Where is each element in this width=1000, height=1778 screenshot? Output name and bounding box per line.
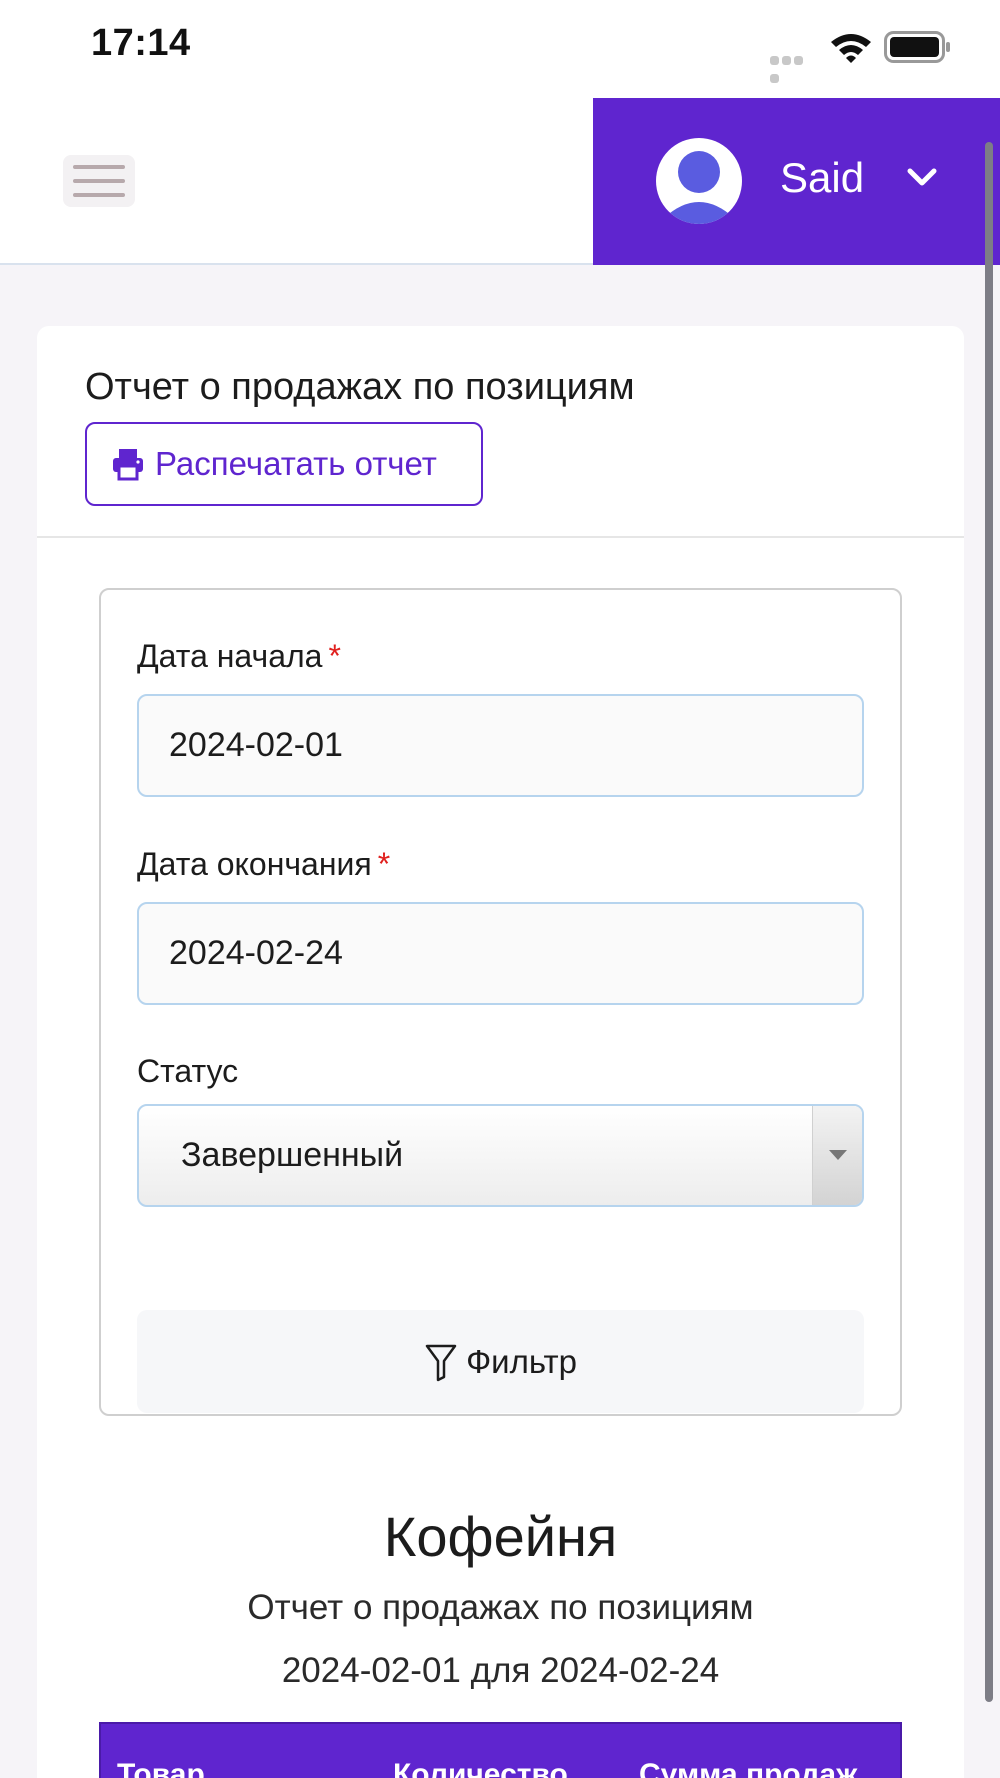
start-date-label: Дата начала * — [137, 638, 341, 674]
print-report-button[interactable]: Распечатать отчет — [85, 422, 483, 506]
end-date-input[interactable] — [137, 902, 864, 1005]
app-header: Said — [0, 98, 1000, 265]
page-title: Отчет о продажах по позициям — [85, 366, 635, 408]
start-date-input[interactable] — [137, 694, 864, 797]
report-shop-name: Кофейня — [383, 1505, 618, 1568]
print-report-label: Распечатать отчет — [155, 445, 437, 482]
end-date-label: Дата окончания * — [137, 846, 391, 882]
required-mark: * — [377, 846, 391, 882]
battery-icon — [884, 31, 950, 63]
wifi-icon — [831, 34, 871, 63]
status-select-value: Завершенный — [181, 1136, 404, 1174]
filter-form: Дата начала* Дата окончания* Статус Заве… — [99, 588, 902, 1416]
divider — [37, 536, 964, 538]
status-bar: 17:14 — [0, 0, 1000, 98]
printer-icon — [113, 449, 143, 481]
avatar — [656, 138, 742, 224]
menu-button[interactable] — [63, 155, 135, 207]
hamburger-icon — [73, 165, 125, 169]
status-label: Статус — [137, 1053, 239, 1089]
status-time: 17:14 — [91, 22, 191, 64]
required-mark: * — [328, 638, 341, 674]
filter-button[interactable]: Фильтр — [137, 1310, 864, 1413]
chevron-down-icon[interactable] — [905, 160, 939, 194]
dropdown-arrow-icon[interactable] — [812, 1106, 862, 1205]
user-name: Said — [780, 154, 865, 201]
report-card: Отчет о продажах по позициям Распечатать… — [37, 326, 964, 1778]
column-header-quantity: Количество — [393, 1758, 568, 1778]
column-header-product: Товар — [117, 1758, 205, 1778]
report-subtitle: Отчет о продажах по позициям — [247, 1588, 754, 1627]
user-icon — [664, 151, 734, 224]
scrollbar[interactable] — [985, 142, 993, 1702]
user-menu[interactable]: Said — [593, 98, 1000, 265]
status-select[interactable]: Завершенный — [137, 1104, 864, 1207]
filter-button-label: Фильтр — [466, 1342, 577, 1380]
funnel-icon — [425, 1344, 457, 1381]
cellular-signal-icon — [770, 52, 816, 83]
report-date-range: 2024-02-01 для 2024-02-24 — [281, 1651, 720, 1690]
report-table-header: Товар Количество Сумма продаж — [99, 1722, 902, 1778]
column-header-sales-sum: Сумма продаж — [639, 1758, 858, 1778]
